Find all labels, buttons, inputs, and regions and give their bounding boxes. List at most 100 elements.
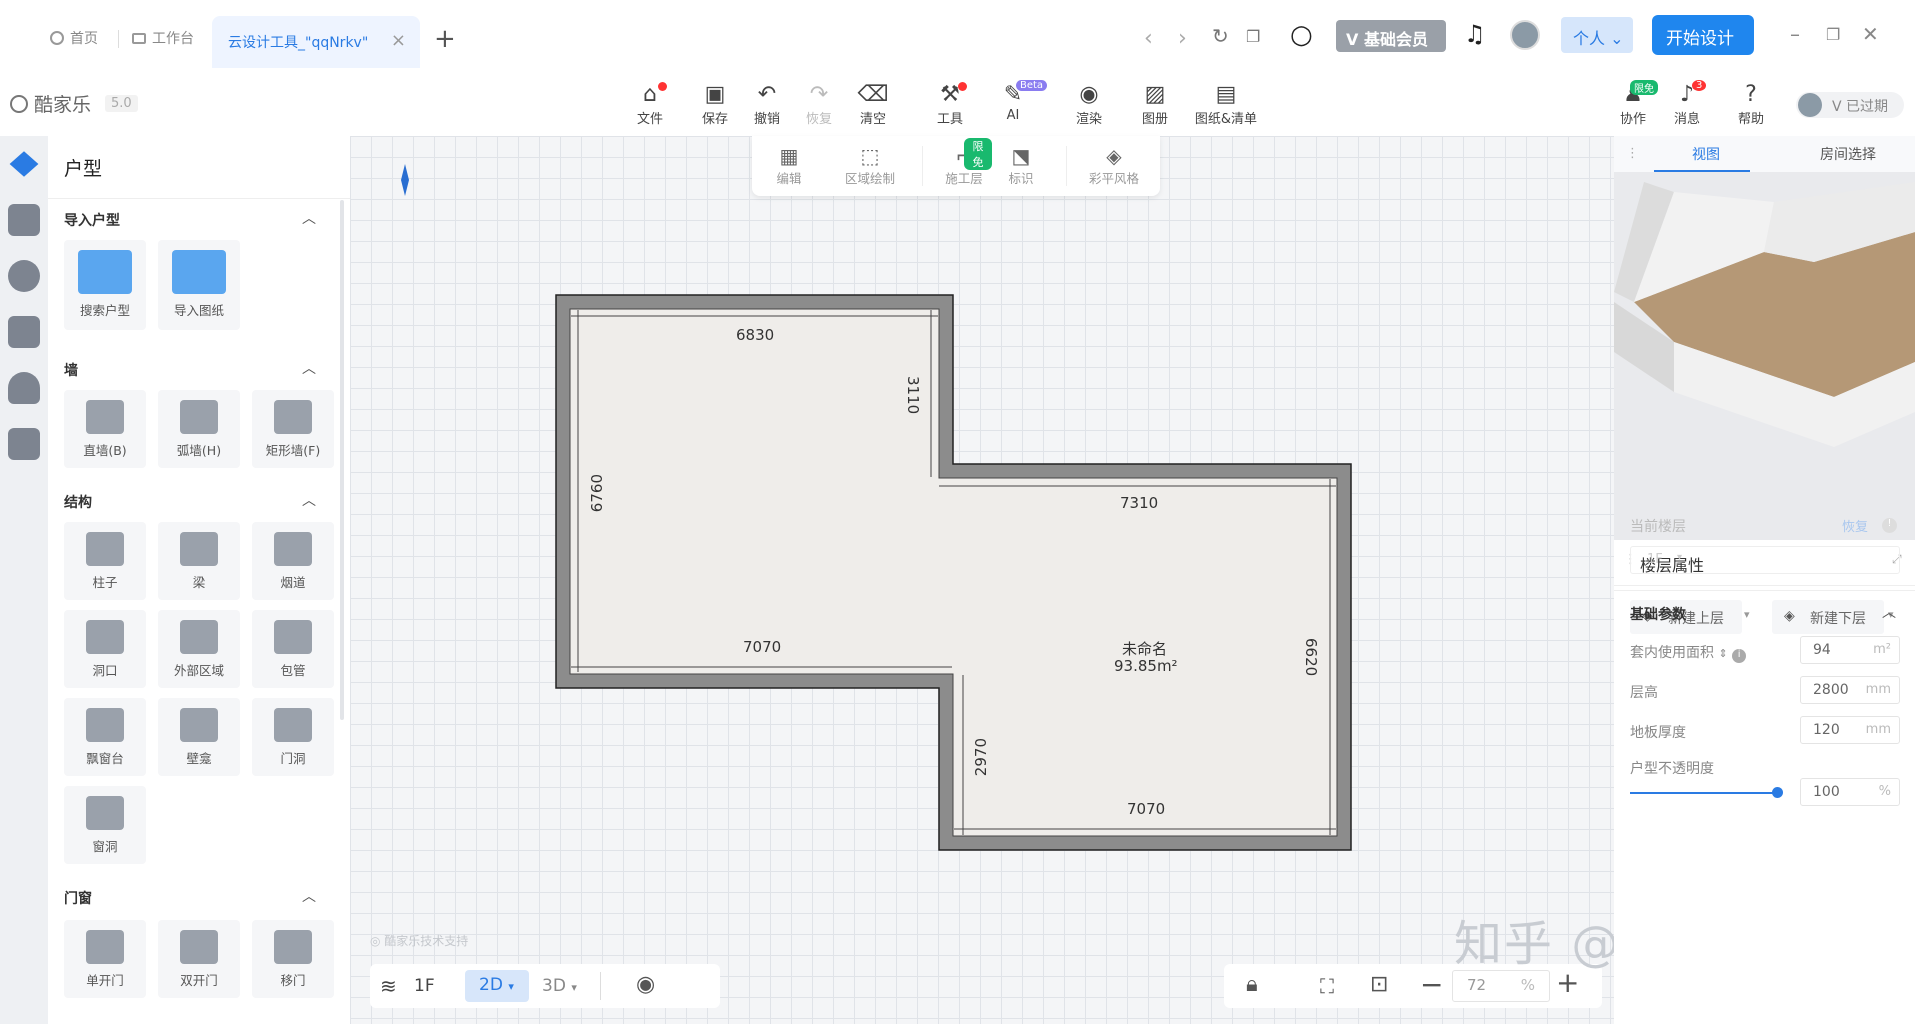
import-drawing-card[interactable]: 导入图纸 [158,240,240,330]
new-tab-button[interactable]: + [434,24,456,54]
zoom-region-icon[interactable]: ⊡ [1370,972,1388,997]
album-button[interactable]: ▨ 图册 [1130,82,1180,127]
close-window-icon[interactable]: ✕ [1862,22,1879,46]
info-icon[interactable]: ! [1882,518,1897,533]
mode-2d-button[interactable]: 2D ▾ [465,970,529,1002]
zoom-input[interactable]: 72% [1452,970,1550,1002]
scrollbar[interactable] [340,200,344,720]
undo-button[interactable]: ↶ 撤销 [742,82,792,127]
beam-card[interactable]: 梁 [158,522,240,600]
room-name[interactable]: 未命名 [1122,638,1167,659]
clear-button[interactable]: ⌫ 清空 [848,82,898,127]
design-canvas[interactable] [350,136,1614,1024]
current-floor-select[interactable]: 1F ▾ [1630,546,1900,574]
door-opening-card[interactable]: 门洞 [252,698,334,776]
vip-badge[interactable]: V 基础会员 [1336,20,1446,52]
floor-selector[interactable]: 1F [414,976,435,996]
opacity-input[interactable]: 100% [1800,778,1900,806]
copy-window-icon[interactable]: ❐ [1246,27,1260,46]
fit-view-icon[interactable]: ⛶ [1320,974,1334,998]
layers-category-icon[interactable] [8,204,40,236]
arc-wall-icon [180,400,218,434]
column-card[interactable]: 柱子 [64,522,146,600]
forward-icon[interactable]: › [1178,26,1187,51]
flue-card[interactable]: 烟道 [252,522,334,600]
album-icon: ▨ [1144,82,1166,107]
mode-3d-button[interactable]: 3D ▾ [542,976,577,996]
niche-card[interactable]: 壁龛 [158,698,240,776]
zoom-out-button[interactable]: − [1420,968,1443,1001]
save-button[interactable]: ▣ 保存 [690,82,740,127]
arc-wall-card[interactable]: 弧墙(H) [158,390,240,468]
tab-home[interactable]: 首页 [50,28,98,48]
chevron-up-icon[interactable]: ︿ [302,490,316,510]
tools-menu[interactable]: ⚒ 工具 [925,82,975,127]
start-design-button[interactable]: 开始设计 [1652,15,1754,55]
minimize-icon[interactable]: – [1790,22,1800,46]
opening-card[interactable]: 洞口 [64,610,146,688]
messages-button[interactable]: ♪ 消息 3 [1662,80,1712,127]
refresh-icon[interactable]: ↻ [1212,24,1229,48]
file-menu[interactable]: ⌂ 文件 [625,82,675,127]
furniture-category-icon[interactable] [8,316,40,348]
monitor-icon [132,32,146,44]
personal-dropdown[interactable]: 个人 ⌄ [1561,17,1633,53]
layers-icon[interactable]: ≋ [380,974,397,998]
restore-link[interactable]: 恢复 [1842,516,1868,535]
single-door-card[interactable]: 单开门 [64,920,146,998]
tab-room-select[interactable]: 房间选择 [1820,144,1876,164]
drawings-list-menu[interactable]: ▤ 图纸&清单 [1190,82,1262,127]
chevron-up-icon[interactable]: ︿ [1882,602,1896,622]
opacity-slider-track[interactable] [1630,792,1778,794]
notification-bell-icon[interactable]: ♫ [1464,20,1486,48]
home-file-icon: ⌂ [643,82,657,107]
sort-icon[interactable]: ⇕ [1718,647,1727,660]
straight-wall-card[interactable]: 直墙(B) [64,390,146,468]
redo-button[interactable]: ↷ 恢复 [794,82,844,127]
edit-tool[interactable]: ▦ 编辑 [766,144,812,187]
back-icon[interactable]: ‹ [1144,26,1153,51]
drag-handle-icon[interactable]: ⋮ [1626,146,1639,161]
membership-expired[interactable]: V 已过期 [1796,92,1904,118]
lock-icon[interactable]: 🔒︎ [1246,972,1258,997]
floorplan-category-icon[interactable] [9,151,39,177]
ai-menu[interactable]: ✎ AI Beta [988,80,1048,123]
search-floorplan-card[interactable]: 搜索户型 [64,240,146,330]
double-door-card[interactable]: 双开门 [158,920,240,998]
thickness-input[interactable]: 120 mm [1800,716,1900,744]
new-lower-floor-button[interactable]: ◈ 新建下层 [1772,600,1884,634]
outer-area-card[interactable]: 外部区域 [158,610,240,688]
3d-preview[interactable] [1614,172,1915,540]
collab-button[interactable]: ♟协作限免 [1608,80,1658,127]
chevron-up-icon[interactable]: ︿ [302,886,316,906]
window-opening-card[interactable]: 窗洞 [64,786,146,864]
area-draw-tool[interactable]: ⬚ 区域绘制 [834,144,906,187]
area-input[interactable]: 94 m² [1800,636,1900,664]
sliding-door-card[interactable]: 移门 [252,920,334,998]
cabinet-category-icon[interactable] [8,428,40,460]
avatar[interactable] [1510,20,1540,50]
pipe-box-card[interactable]: 包管 [252,610,334,688]
chevron-down-icon[interactable]: ▾ [1744,608,1750,621]
tab-design-tool[interactable]: 云设计工具_"qqNrkv" × [212,16,420,68]
rect-wall-card[interactable]: 矩形墙(F) [252,390,334,468]
chevron-up-icon[interactable]: ︿ [302,208,316,228]
render-menu[interactable]: ◉ 渲染 [1064,82,1114,127]
eye-icon[interactable]: ◉ [636,972,655,997]
lighting-category-icon[interactable] [8,260,40,292]
close-icon[interactable]: × [391,30,406,51]
info-icon[interactable]: i [1732,649,1747,663]
height-input[interactable]: 2800 mm [1800,676,1900,704]
user-category-icon[interactable] [8,372,40,404]
tab-workspace[interactable]: 工作台 [132,28,194,48]
tab-view[interactable]: 视图 [1692,144,1720,164]
restore-icon[interactable]: ❐ [1826,25,1840,44]
chevron-up-icon[interactable]: ︿ [302,358,316,378]
mark-tool[interactable]: ⬔ 标识 [998,144,1044,187]
bay-window-sill-card[interactable]: 飘窗台 [64,698,146,776]
construction-layer-tool[interactable]: ⌐施工层限免 [936,138,992,187]
color-plan-style-tool[interactable]: ◈ 彩平风格 [1082,144,1146,187]
opacity-slider-handle[interactable] [1772,787,1783,798]
help-button[interactable]: ? 帮助 [1726,82,1776,127]
search-icon[interactable]: ○ [1290,20,1313,50]
